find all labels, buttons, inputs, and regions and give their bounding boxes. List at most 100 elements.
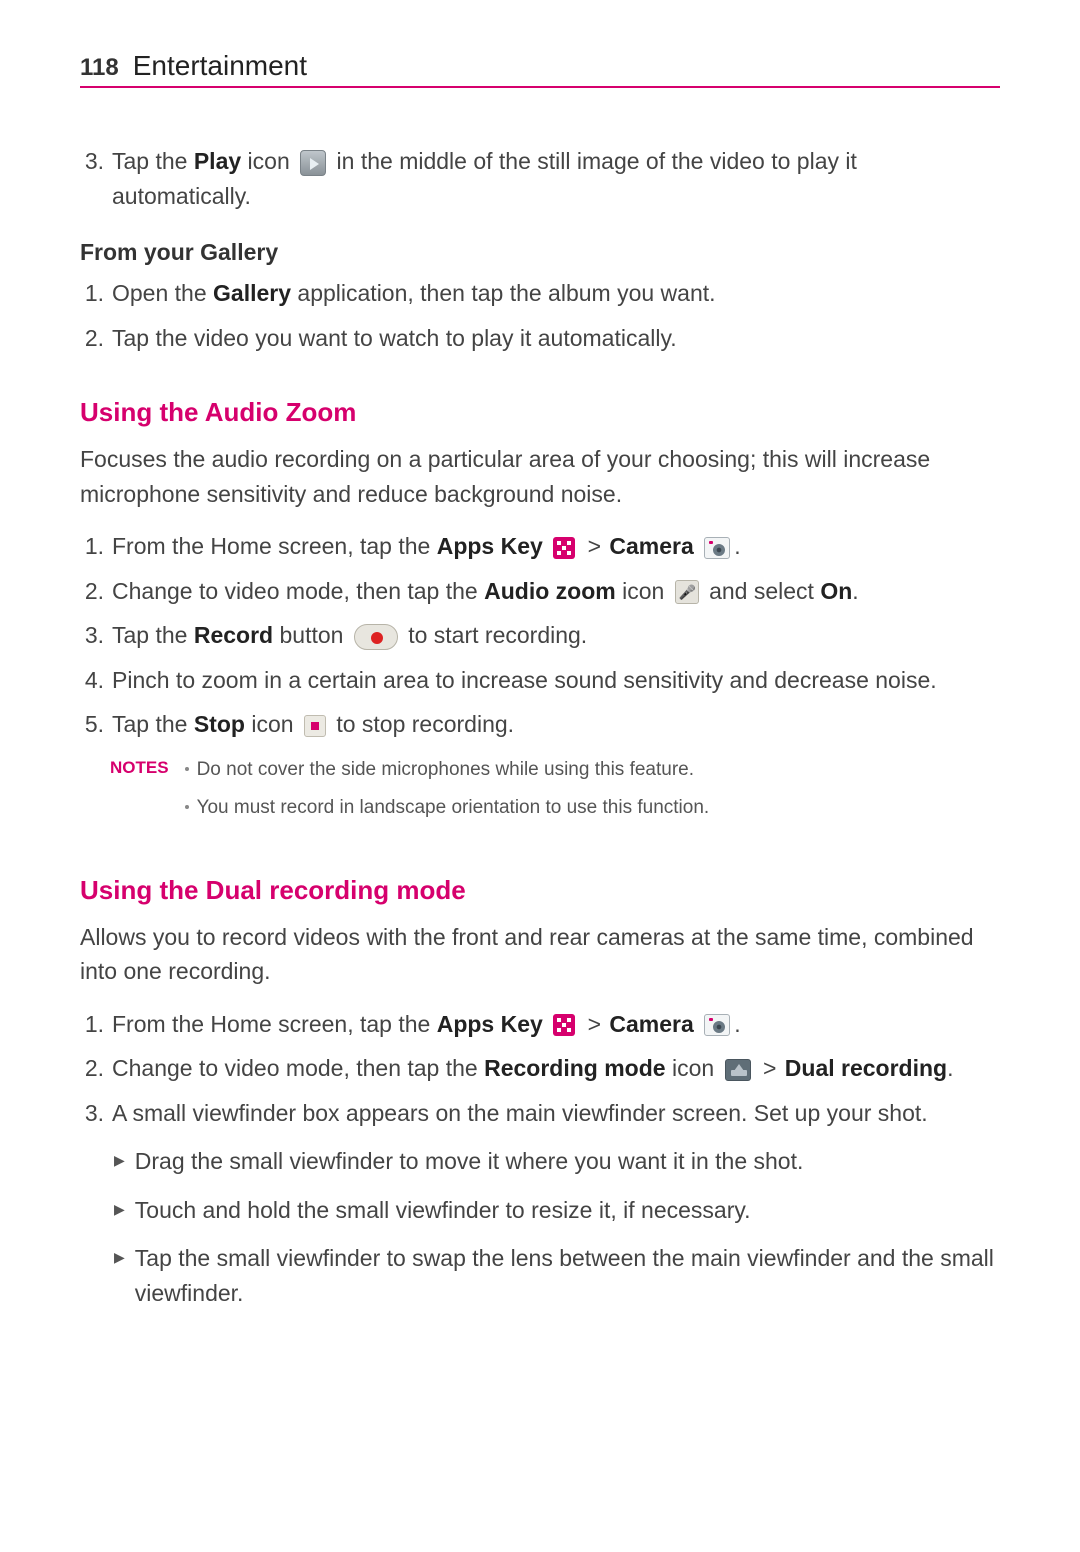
- step-number: 1.: [80, 1007, 104, 1042]
- subheading-gallery: From your Gallery: [80, 239, 1000, 266]
- dual-step-2: 2. Change to video mode, then tap the Re…: [80, 1051, 1000, 1086]
- text: From the Home screen, tap the: [112, 533, 437, 559]
- bullet-icon: [185, 767, 189, 771]
- text: .: [852, 578, 858, 604]
- text: and select: [703, 578, 821, 604]
- dual-step-3: 3. A small viewfinder box appears on the…: [80, 1096, 1000, 1131]
- step-play-video: 3. Tap the Play icon in the middle of th…: [80, 144, 1000, 213]
- triangle-icon: ▶: [114, 1193, 125, 1228]
- step-text: From the Home screen, tap the Apps Key >…: [112, 529, 1000, 564]
- text: application, then tap the album you want…: [291, 280, 716, 306]
- apps-key-label: Apps Key: [437, 1011, 543, 1037]
- step-text: Change to video mode, then tap the Recor…: [112, 1051, 1000, 1086]
- step-text: Change to video mode, then tap the Audio…: [112, 574, 1000, 609]
- gallery-label: Gallery: [213, 280, 291, 306]
- notes-list: Do not cover the side microphones while …: [185, 756, 1000, 833]
- step-number: 5.: [80, 707, 104, 742]
- gallery-step-2: 2. Tap the video you want to watch to pl…: [80, 321, 1000, 356]
- text: .: [947, 1055, 953, 1081]
- step-text: From the Home screen, tap the Apps Key >…: [112, 1007, 1000, 1042]
- camera-icon: [704, 537, 730, 559]
- play-icon: [300, 150, 326, 176]
- recording-mode-label: Recording mode: [484, 1055, 665, 1081]
- notes-block: NOTES Do not cover the side microphones …: [110, 756, 1000, 833]
- step-number: 1.: [80, 276, 104, 311]
- text: to stop recording.: [330, 711, 514, 737]
- audiozoom-step-2: 2. Change to video mode, then tap the Au…: [80, 574, 1000, 609]
- audiozoom-step-4: 4. Pinch to zoom in a certain area to in…: [80, 663, 1000, 698]
- sub-bullet: ▶ Touch and hold the small viewfinder to …: [114, 1193, 1000, 1228]
- text: .: [734, 1011, 740, 1037]
- bullet-text: Tap the small viewfinder to swap the len…: [135, 1241, 1000, 1310]
- step-text: Tap the Play icon in the middle of the s…: [112, 144, 1000, 213]
- separator: >: [586, 533, 603, 559]
- step-number: 2.: [80, 1051, 104, 1086]
- text: button: [273, 622, 350, 648]
- sub-bullet-list: ▶ Drag the small viewfinder to move it wh…: [114, 1144, 1000, 1310]
- audiozoom-step-1: 1. From the Home screen, tap the Apps Ke…: [80, 529, 1000, 564]
- camera-icon: [704, 1014, 730, 1036]
- apps-key-icon: [553, 537, 575, 559]
- text: Change to video mode, then tap the: [112, 1055, 484, 1081]
- audiozoom-label: Audio zoom: [484, 578, 616, 604]
- separator: >: [586, 1011, 603, 1037]
- text: icon: [616, 578, 671, 604]
- sub-bullet: ▶Tap the small viewfinder to swap the le…: [114, 1241, 1000, 1310]
- record-label: Record: [194, 622, 273, 648]
- text: icon: [245, 711, 300, 737]
- apps-key-label: Apps Key: [437, 533, 543, 559]
- dual-step-1: 1. From the Home screen, tap the Apps Ke…: [80, 1007, 1000, 1042]
- step-text: A small viewfinder box appears on the ma…: [112, 1096, 1000, 1131]
- text: icon: [241, 148, 296, 174]
- step-number: 3.: [80, 618, 104, 653]
- step-text: Pinch to zoom in a certain area to incre…: [112, 663, 1000, 698]
- triangle-icon: ▶: [114, 1144, 125, 1179]
- note-item: Do not cover the side microphones while …: [185, 756, 1000, 785]
- stop-label: Stop: [194, 711, 245, 737]
- bullet-text: Touch and hold the small viewfinder to r…: [135, 1193, 751, 1228]
- dual-recording-label: Dual recording: [785, 1055, 947, 1081]
- text: Change to video mode, then tap the: [112, 578, 484, 604]
- text: .: [734, 533, 740, 559]
- step-text: Open the Gallery application, then tap t…: [112, 276, 1000, 311]
- text: Tap the: [112, 622, 194, 648]
- notes-label: NOTES: [110, 756, 169, 833]
- step-number: 3.: [80, 1096, 104, 1131]
- section-audio-zoom: Using the Audio Zoom: [80, 397, 1000, 428]
- audiozoom-step-3: 3. Tap the Record button to start record…: [80, 618, 1000, 653]
- step-text: Tap the video you want to watch to play …: [112, 321, 1000, 356]
- text: From the Home screen, tap the: [112, 1011, 437, 1037]
- step-number: 2.: [80, 321, 104, 356]
- step-text: Tap the Stop icon to stop recording.: [112, 707, 1000, 742]
- audiozoom-intro: Focuses the audio recording on a particu…: [80, 442, 1000, 511]
- note-text: Do not cover the side microphones while …: [197, 756, 694, 785]
- step-number: 2.: [80, 574, 104, 609]
- camera-label: Camera: [609, 533, 693, 559]
- apps-key-icon: [553, 1014, 575, 1036]
- bullet-icon: [185, 805, 189, 809]
- page-number: 118: [80, 54, 119, 82]
- audio-zoom-icon: [675, 580, 699, 604]
- step-number: 1.: [80, 529, 104, 564]
- note-item: You must record in landscape orientation…: [185, 794, 1000, 823]
- dual-intro: Allows you to record videos with the fro…: [80, 920, 1000, 989]
- gallery-step-1: 1. Open the Gallery application, then ta…: [80, 276, 1000, 311]
- text: Open the: [112, 280, 213, 306]
- audiozoom-step-5: 5. Tap the Stop icon to stop recording.: [80, 707, 1000, 742]
- step-text: Tap the Record button to start recording…: [112, 618, 1000, 653]
- sub-bullet: ▶ Drag the small viewfinder to move it wh…: [114, 1144, 1000, 1179]
- text: Tap the: [112, 148, 194, 174]
- text: Tap the: [112, 711, 194, 737]
- step-number: 3.: [80, 144, 104, 179]
- on-label: On: [820, 578, 852, 604]
- stop-icon: [304, 715, 326, 737]
- separator: >: [761, 1055, 778, 1081]
- chapter-title: Entertainment: [133, 50, 307, 82]
- triangle-icon: ▶: [114, 1241, 125, 1310]
- camera-label: Camera: [609, 1011, 693, 1037]
- play-label: Play: [194, 148, 241, 174]
- text: to start recording.: [402, 622, 587, 648]
- bullet-text: Drag the small viewfinder to move it whe…: [135, 1144, 804, 1179]
- page-header: 118 Entertainment: [80, 50, 1000, 88]
- step-number: 4.: [80, 663, 104, 698]
